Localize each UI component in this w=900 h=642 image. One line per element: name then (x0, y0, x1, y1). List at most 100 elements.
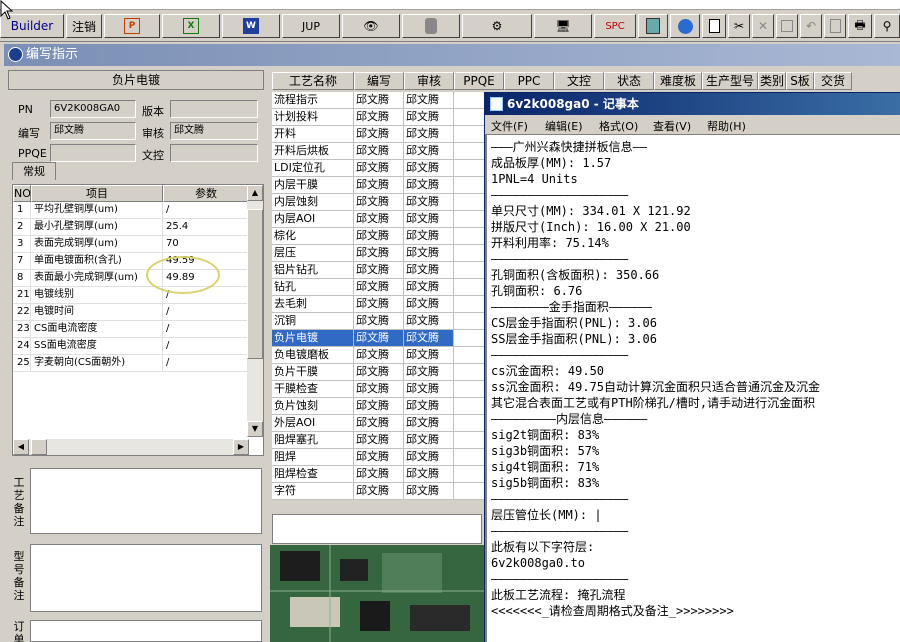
grid-header[interactable]: 编写 (354, 72, 404, 90)
cancel-button[interactable]: 注销 (66, 14, 102, 38)
grid-header[interactable]: 文控 (554, 72, 604, 90)
scroll-down-icon[interactable]: ▼ (247, 421, 263, 437)
hscroll-thumb[interactable] (31, 439, 47, 455)
table-row[interactable]: 21 电镀线别 / (13, 287, 249, 304)
grid-cell: 邱文腾 (404, 160, 454, 177)
grid-header[interactable]: 审核 (404, 72, 454, 90)
table-row[interactable]: 22 电镀时间 / (13, 304, 249, 321)
excel-button[interactable]: X (162, 14, 220, 38)
grid-header[interactable]: PPC (504, 72, 554, 90)
process-note-field[interactable] (30, 468, 262, 534)
col-header-param[interactable]: 参数 (163, 185, 249, 202)
menu-format[interactable]: 格式(O) (599, 118, 638, 134)
table-row[interactable]: 3 表面完成铜厚(um) 70 (13, 236, 249, 253)
grid-cell: 邱文腾 (404, 211, 454, 228)
notepad-titlebar[interactable]: 6v2k008ga0 - 记事本 (485, 93, 900, 115)
globe-button[interactable] (670, 14, 700, 38)
table-cell-no: 25 (13, 355, 31, 372)
grid-header[interactable]: PPQE (454, 72, 504, 90)
notepad-line: 孔铜面积(含板面积): 350.66 (491, 268, 660, 282)
find-button[interactable]: ⚲ (874, 14, 900, 38)
col-header-no[interactable]: NO (13, 185, 31, 202)
computer-button[interactable]: 🖥 (534, 14, 592, 38)
grid-cell: 邱文腾 (404, 381, 454, 398)
notepad-line: 单只尺寸(MM): 334.01 X 121.92 (491, 204, 691, 218)
menu-edit[interactable]: 编辑(E) (545, 118, 583, 134)
grid-cell: 邱文腾 (354, 160, 404, 177)
network-button[interactable]: ⚙ (462, 14, 532, 38)
delete-button[interactable]: ✕ (752, 14, 774, 38)
scroll-left-icon[interactable]: ◀ (13, 439, 29, 455)
order-field[interactable] (30, 620, 262, 642)
grid-cell: 去毛刺 (272, 296, 354, 313)
scroll-thumb[interactable] (247, 209, 263, 359)
notepad-text-area[interactable]: ———广州兴森快捷拼板信息—— 成品板厚(MM): 1.57 1PNL=4 Unit… (485, 135, 900, 642)
scroll-right-icon[interactable]: ▶ (233, 439, 249, 455)
table-cell-item: 表面完成铜厚(um) (31, 236, 163, 253)
print-button[interactable]: 🖶 (848, 14, 872, 38)
word-button[interactable]: W (222, 14, 280, 38)
spc-button[interactable]: SPC (594, 14, 636, 38)
menu-view[interactable]: 查看(V) (653, 118, 691, 134)
version-field[interactable] (170, 100, 258, 118)
preview-button[interactable] (824, 14, 846, 38)
parameter-vertical-scrollbar[interactable]: ▲ ▼ (247, 185, 263, 437)
col-header-item[interactable]: 项目 (31, 185, 163, 202)
binoculars-icon: ⚲ (882, 19, 892, 33)
process-detail-field[interactable] (272, 514, 482, 544)
model-note-field[interactable] (30, 544, 262, 612)
grid-header[interactable]: 难度板 (654, 72, 702, 90)
model-note-box: 型号备注 (8, 542, 264, 616)
table-row[interactable]: 25 字麦朝向(CS面朝外) / (13, 355, 249, 372)
scroll-up-icon[interactable]: ▲ (247, 185, 263, 201)
calculator-button[interactable] (638, 14, 668, 38)
author-field[interactable]: 邱文腾 (50, 122, 136, 140)
undo-button[interactable]: ↶ (800, 14, 822, 38)
menu-file[interactable]: 文件(F) (491, 118, 528, 134)
doc-control-label: 文控 (142, 149, 164, 162)
view-button[interactable]: 👁 (342, 14, 400, 38)
grid-header[interactable]: 工艺名称 (272, 72, 354, 90)
grid-cell: 铝片钻孔 (272, 262, 354, 279)
notepad-line: 层压管位长(MM): | (491, 508, 602, 522)
grid-cell: 邱文腾 (404, 466, 454, 483)
cut-button[interactable]: ✂ (728, 14, 750, 38)
database-icon (425, 18, 437, 34)
grid-header[interactable]: 交货 (814, 72, 852, 90)
notepad-line: sig4t铜面积: 71% (491, 460, 600, 474)
tab-general[interactable]: 常规 (12, 162, 56, 180)
menu-help[interactable]: 帮助(H) (707, 118, 746, 134)
powerpoint-button[interactable]: P (104, 14, 160, 38)
table-cell-item: 表面最小完成铜厚(um) (31, 270, 163, 287)
notepad-line: ————————金手指面积—————— (491, 300, 653, 314)
grid-cell: 邱文腾 (354, 432, 404, 449)
pcb-image-graphic (270, 545, 485, 642)
grid-header[interactable]: 状态 (604, 72, 654, 90)
notepad-line: 其它混合表面工艺或有PTH阶梯孔/槽时,请手动进行沉金面积 (491, 396, 816, 410)
table-row[interactable]: 2 最小孔壁铜厚(um) 25.4 (13, 219, 249, 236)
table-row[interactable]: 24 SS面电流密度 / (13, 338, 249, 355)
jup-button[interactable]: JUP (282, 14, 340, 38)
table-row[interactable]: 23 CS面电流密度 / (13, 321, 249, 338)
grid-cell: 开料 (272, 126, 354, 143)
notepad-line: ———广州兴森快捷拼板信息—— (491, 140, 648, 154)
reviewer-field[interactable]: 邱文腾 (170, 122, 258, 140)
grid-cell: 邱文腾 (404, 279, 454, 296)
order-box: 订单 (8, 618, 264, 642)
grid-header[interactable]: 生产型号 (702, 72, 758, 90)
grid-cell: 邱文腾 (354, 92, 404, 109)
save-button[interactable] (776, 14, 798, 38)
jup-label: JUP (302, 19, 320, 33)
pn-field[interactable]: 6V2K008GA0 (50, 100, 136, 118)
grid-header[interactable]: 类别 (758, 72, 786, 90)
grid-header[interactable]: S板 (786, 72, 814, 90)
new-document-button[interactable] (702, 14, 726, 38)
table-cell-no: 1 (13, 202, 31, 219)
ppqe-field[interactable] (50, 144, 136, 162)
database-button[interactable] (402, 14, 460, 38)
table-row[interactable]: 1 平均孔壁铜厚(um) / (13, 202, 249, 219)
pcb-thumbnail-image (270, 545, 485, 642)
doc-control-field[interactable] (170, 144, 258, 162)
parameter-horizontal-scrollbar[interactable]: ◀ ▶ (13, 439, 249, 455)
version-label: 版本 (142, 105, 164, 118)
